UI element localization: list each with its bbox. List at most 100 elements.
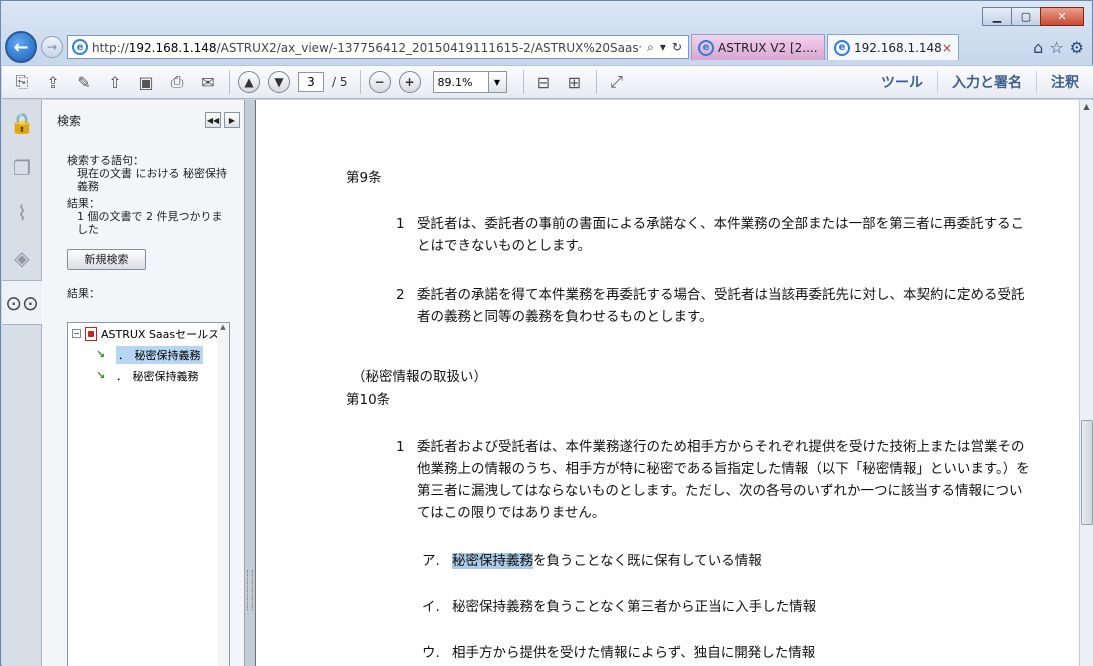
upload-icon[interactable]: ⇧ [103, 70, 127, 94]
article10-title: 第10条 [346, 392, 391, 408]
new-tab-button[interactable] [961, 34, 987, 60]
close-window-button[interactable]: ✕ [1040, 7, 1084, 26]
fill-sign-link[interactable]: 入力と署名 [937, 71, 1036, 93]
splitter-grip[interactable] [247, 570, 253, 610]
query-label: 検索する語句： [67, 154, 144, 167]
toolbar-right-links: ツール 入力と署名 注釈 [867, 66, 1093, 98]
article9-item2-text: 委託者の承諾を得て本件業務を再委託する場合、受託者は当該再委託先に対し、本契約に… [417, 287, 1025, 325]
scroll-thumb[interactable] [1081, 420, 1093, 525]
article9-item2-number: 2 [396, 287, 405, 303]
fullscreen-icon[interactable]: ⤢ [605, 70, 629, 94]
zoom-out-button[interactable]: − [368, 71, 391, 93]
refresh-icon[interactable]: ↻ [672, 40, 682, 55]
ie-tab-icon: e [834, 39, 850, 56]
attachment-icon[interactable]: ⌇ [2, 190, 42, 235]
comment-link[interactable]: 注釈 [1036, 71, 1093, 93]
query-value: 現在の文書 における 秘密保持義務 [77, 167, 227, 193]
subitem-a-text: 秘密保持義務を負うことなく既に保有している情報 [452, 553, 762, 569]
new-search-button[interactable]: 新規検索 [67, 249, 146, 270]
navigation-rail: 🔒 ❐ ⌇ ◈ ⊙⊙ [2, 100, 42, 666]
collapse-panel-icon[interactable]: ◀◀ [205, 112, 221, 128]
minimize-button[interactable]: ▁ [982, 7, 1012, 26]
tree-hit-label: ． 秘密保持義務 [116, 345, 203, 364]
layers-icon[interactable]: ◈ [2, 235, 42, 280]
binoculars-search-icon[interactable]: ⊙⊙ [2, 280, 42, 325]
back-button[interactable]: ← [5, 31, 37, 63]
toolbar-divider [522, 70, 524, 94]
pages-icon[interactable]: ❐ [2, 145, 42, 190]
tree-hit-row[interactable]: ↘ ． 秘密保持義務 [68, 344, 229, 365]
panel-menu-icon[interactable]: ▶ [224, 112, 240, 128]
maximize-button[interactable]: ▢ [1011, 7, 1041, 26]
scroll-up-icon[interactable]: ▲ [1080, 100, 1093, 114]
page-number-input[interactable]: 3 [298, 72, 324, 92]
toolbar-divider [595, 70, 597, 94]
subitem-u-mark: ウ. [422, 645, 440, 661]
print-icon[interactable]: ⎙ [165, 70, 189, 94]
results-scrollbar[interactable]: ▲ [217, 323, 229, 666]
toolbar-divider [229, 70, 230, 94]
lock-icon[interactable]: 🔒 [2, 100, 42, 145]
favorites-star-icon[interactable]: ☆ [1049, 38, 1063, 57]
panel-header-buttons: ◀◀ ▶ [205, 112, 240, 128]
pdf-toolbar: ⎘ ⇪ ✎ ⇧ ▣ ⎙ ✉ ▲ ▼ 3 / 5 − + 89.1% ▼ ⊟ ⊞ … [2, 65, 1093, 99]
browser-window: ▁ ▢ ✕ ← → e http://192.168.1.148/ASTRUX2… [0, 0, 1093, 666]
forward-button[interactable]: → [41, 36, 63, 58]
tab-label: ASTRUX V2 [2.... [718, 40, 818, 55]
subitem-a-mark: ア. [422, 553, 440, 569]
article9-item1-text: 受託者は、委託者の事前の書面による承諾なく、本件業務の全部または一部を第三者に再… [417, 216, 1025, 254]
search-hit-icon: ↘ [96, 347, 106, 361]
convert-pdf-icon[interactable]: ⇪ [41, 70, 65, 94]
settings-gear-icon[interactable]: ⚙ [1070, 38, 1084, 57]
zoom-input[interactable]: 89.1% [432, 71, 489, 93]
results-tree[interactable]: − ASTRUX Saasセールス ↘ ． 秘密保持義務 ↘ ． 秘密保持義務 … [67, 322, 230, 666]
search-panel-body: 検索する語句： 現在の文書 における 秘密保持義務 結果： 1 個の文書で 2 … [42, 140, 244, 300]
tab-active[interactable]: e 192.168.1.148 × [827, 34, 959, 60]
ie-tab-icon: e [698, 39, 714, 56]
tree-hit-row[interactable]: ↘ ． 秘密保持義務 [68, 365, 229, 386]
dropdown-arrow-icon[interactable]: ▾ [660, 40, 666, 55]
window-caption-buttons: ▁ ▢ ✕ [982, 7, 1084, 26]
tab-label: 192.168.1.148 [854, 40, 942, 55]
tree-hit-label: ． 秘密保持義務 [116, 369, 199, 383]
navigation-bar: ← → e http://192.168.1.148/ASTRUX2/ax_vi… [5, 31, 1090, 63]
tree-document-row[interactable]: − ASTRUX Saasセールス [68, 323, 229, 344]
create-pdf-icon[interactable]: ⎘ [10, 70, 34, 94]
address-url: http://192.168.1.148/ASTRUX2/ax_view/-13… [92, 40, 642, 55]
panel-splitter[interactable] [245, 100, 255, 666]
search-panel-title: 検索 [57, 113, 82, 128]
article10-item1-text: 委託者および受託者は、本件業務遂行のため相手方からそれぞれ提供を受けた技術上また… [417, 439, 1030, 521]
edit-icon[interactable]: ✎ [72, 70, 96, 94]
home-icon[interactable]: ⌂ [1033, 38, 1043, 57]
result-summary: 1 個の文書で 2 件見つかりました [77, 210, 223, 236]
article9-item1-number: 1 [396, 216, 405, 232]
subitem-u-text: 相手方から提供を受けた情報によらず、独自に開発した情報 [452, 645, 816, 661]
address-bar[interactable]: e http://192.168.1.148/ASTRUX2/ax_view/-… [67, 35, 689, 59]
article10-item1-number: 1 [396, 439, 405, 455]
document-view[interactable]: 第9条 1 受託者は、委託者の事前の書面による承諾なく、本件業務の全部または一部… [255, 100, 1079, 666]
document-scrollbar[interactable]: ▲ [1079, 100, 1093, 666]
fit-page-icon[interactable]: ⊟ [532, 70, 556, 94]
close-tab-icon[interactable]: × [942, 41, 952, 55]
search-panel: 検索 ◀◀ ▶ 検索する語句： 現在の文書 における 秘密保持義務 結果： 1 … [42, 100, 245, 666]
search-panel-header: 検索 ◀◀ ▶ [42, 100, 244, 140]
collapse-tree-icon[interactable]: − [72, 329, 81, 338]
previous-page-button[interactable]: ▲ [238, 71, 260, 93]
fit-width-icon[interactable]: ⊞ [563, 70, 587, 94]
result-label: 結果： [67, 197, 100, 210]
results-list-label: 結果： [67, 287, 100, 300]
email-icon[interactable]: ✉ [196, 70, 220, 94]
zoom-in-button[interactable]: + [398, 71, 421, 93]
next-page-button[interactable]: ▼ [268, 71, 290, 93]
search-highlight: 秘密保持義務 [452, 553, 533, 569]
subitem-i-text: 秘密保持義務を負うことなく第三者から正当に入手した情報 [452, 599, 817, 615]
tools-link[interactable]: ツール [867, 71, 937, 93]
save-icon[interactable]: ▣ [134, 70, 158, 94]
ie-page-icon: e [72, 39, 88, 55]
browser-tools: ⌂ ☆ ⚙ [1033, 38, 1090, 57]
zoom-dropdown-button[interactable]: ▼ [488, 71, 507, 93]
subitem-i-mark: イ. [422, 599, 440, 615]
tab-astrux[interactable]: e ASTRUX V2 [2.... [691, 34, 825, 60]
back-arrow-icon: ← [13, 36, 29, 58]
search-icon[interactable]: ⌕ [647, 40, 654, 55]
